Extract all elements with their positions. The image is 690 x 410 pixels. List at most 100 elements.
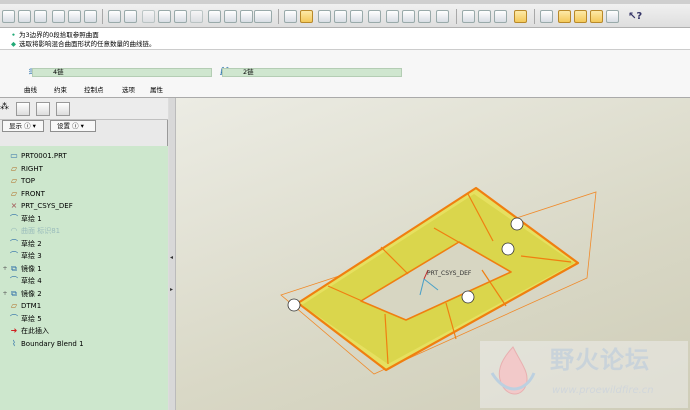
no-hidden-icon[interactable] <box>494 10 507 23</box>
refit-icon[interactable] <box>368 10 381 23</box>
tree-item[interactable]: ▱ RIGHT <box>0 163 168 175</box>
toolbar-separator <box>534 9 535 24</box>
find-icon[interactable] <box>240 10 253 23</box>
coord-systems-icon[interactable] <box>590 10 603 23</box>
tree-item[interactable]: ▱ FRONT <box>0 188 168 200</box>
tree-item-label: TOP <box>21 177 36 185</box>
panel-splitter[interactable]: ◂ ▸ <box>169 98 176 410</box>
orient-mode-icon[interactable] <box>318 10 331 23</box>
zoom-out-icon[interactable] <box>350 10 363 23</box>
tree-item-label: PRT_CSYS_DEF <box>21 202 73 210</box>
tree-item[interactable]: ⌒ 草绘 4 <box>0 275 168 287</box>
datum-points-icon[interactable] <box>574 10 587 23</box>
tree-item[interactable]: ⌒ 草绘 1 <box>0 213 168 225</box>
tree-item[interactable]: ▱ TOP <box>0 175 168 187</box>
tree-item[interactable]: ◠ 曲面 标识81 <box>0 225 168 237</box>
email-link-icon[interactable] <box>84 10 97 23</box>
message-area: • 为3边界的0段拾取参照曲面 ◆ 选取将影响混合曲面形状的任意数量的曲线链。 <box>0 28 690 50</box>
tree-item[interactable]: + ⧉ 镜像 2 <box>0 288 168 300</box>
tab-properties[interactable]: 属性 <box>150 86 163 94</box>
tree-item-label: RIGHT <box>21 164 43 173</box>
blend-handle[interactable] <box>287 298 301 312</box>
tab-control-points[interactable]: 控制点 <box>84 86 104 94</box>
first-direction-chain-field[interactable]: 4链 <box>32 68 212 77</box>
sketch-icon: ⌒ <box>10 276 18 285</box>
datum-planes-icon[interactable] <box>540 10 553 23</box>
zoom-in-icon[interactable] <box>334 10 347 23</box>
show-dropdown[interactable]: 显示 ⓘ ▾ <box>2 120 44 132</box>
tree-item[interactable]: ⌒ 草绘 2 <box>0 238 168 250</box>
tree-item-label: Boundary Blend 1 <box>21 339 84 348</box>
regen-manager-icon[interactable] <box>224 10 237 23</box>
copy-icon[interactable] <box>158 10 171 23</box>
expand-toggle-icon[interactable]: + <box>2 288 8 300</box>
blend-handle[interactable] <box>501 242 515 256</box>
reorient-icon[interactable] <box>386 10 399 23</box>
layers-icon[interactable] <box>418 10 431 23</box>
collapse-arrow-icon[interactable]: ◂ <box>170 254 173 261</box>
tab-constraints[interactable]: 约束 <box>54 86 67 94</box>
tree-item[interactable]: + ⧉ 镜像 1 <box>0 263 168 275</box>
new-file-icon[interactable] <box>2 10 15 23</box>
app-window: ↖? • 为3边界的0段拾取参照曲面 ◆ 选取将影响混合曲面形状的任意数量的曲线链。… <box>0 0 690 410</box>
model-tree: ▭ PRT0001.PRT ▱ RIGHT ▱ TOP ▱ FRONT ⨯ PRT_CSYS_DE… <box>0 146 168 410</box>
print-icon[interactable] <box>52 10 65 23</box>
tree-item[interactable]: ▱ DTM1 <box>0 300 168 312</box>
tree-item[interactable]: ▭ PRT0001.PRT <box>0 150 168 162</box>
datum-axes-icon[interactable] <box>558 10 571 23</box>
tree-item-label: 草绘 2 <box>21 239 42 248</box>
settings-dropdown[interactable]: 设置 ⓘ ▾ <box>50 120 96 132</box>
regenerate-icon[interactable] <box>208 10 221 23</box>
hidden-line-icon[interactable] <box>478 10 491 23</box>
sketch-icon: ⌒ <box>10 213 18 223</box>
select-box-icon[interactable] <box>254 10 272 23</box>
paste-special-icon[interactable] <box>190 10 203 23</box>
expand-arrow-icon[interactable]: ▸ <box>170 286 173 293</box>
wireframe-icon[interactable] <box>462 10 475 23</box>
insert-here-icon: ➜ <box>10 326 18 335</box>
expand-toggle-icon[interactable]: + <box>2 263 8 275</box>
blend-handle[interactable] <box>461 290 475 304</box>
redo-icon[interactable] <box>124 10 137 23</box>
watermark-title: 野火论坛 <box>550 346 650 374</box>
tree-item-label: DTM1 <box>21 302 42 310</box>
main-toolbar: ↖? <box>0 0 690 28</box>
repaint-icon[interactable] <box>284 10 297 23</box>
toolbar-separator <box>278 9 279 24</box>
connections-tab-icon[interactable] <box>56 102 70 116</box>
forum-watermark: 野火论坛 www.proewildfire.cn <box>480 341 688 408</box>
navigator-panel: ⁂ 显示 ⓘ ▾ 设置 ⓘ ▾ ▭ PRT0001.PRT ▱ RIGHT ▱ TOP ▱ F… <box>0 98 168 410</box>
email-icon[interactable] <box>68 10 81 23</box>
folder-browser-tab-icon[interactable] <box>16 102 30 116</box>
toolbar-separator <box>456 9 457 24</box>
second-direction-chain-field[interactable]: 2链 <box>222 68 402 77</box>
tree-item[interactable]: ⌒ 草绘 5 <box>0 313 168 325</box>
tab-curves[interactable]: 曲线 <box>24 86 37 94</box>
sketch-icon: ⌒ <box>10 238 18 248</box>
watermark-url: www.proewildfire.cn <box>552 385 654 396</box>
sketch-icon: ⌒ <box>10 251 18 260</box>
tree-item-label: PRT0001.PRT <box>21 152 67 160</box>
spin-center-icon[interactable] <box>300 10 313 23</box>
context-help-icon[interactable]: ↖? <box>628 10 642 23</box>
tree-item[interactable]: ⌇ Boundary Blend 1 <box>0 338 168 350</box>
save-icon[interactable] <box>34 10 47 23</box>
favorites-tab-icon[interactable] <box>36 102 50 116</box>
undo-icon[interactable] <box>108 10 121 23</box>
saved-views-icon[interactable] <box>402 10 415 23</box>
paste-icon[interactable] <box>174 10 187 23</box>
blend-handle[interactable] <box>510 217 524 231</box>
model-tree-tab-icon[interactable]: ⁂ <box>0 102 10 116</box>
toolbar-separator <box>102 9 103 24</box>
annotations-icon[interactable] <box>606 10 619 23</box>
tree-item[interactable]: ⨯ PRT_CSYS_DEF <box>0 200 168 212</box>
tree-item[interactable]: ⌒ 草绘 3 <box>0 250 168 262</box>
open-file-icon[interactable] <box>18 10 31 23</box>
shading-icon[interactable] <box>514 10 527 23</box>
message-line-2: ◆ 选取将影响混合曲面形状的任意数量的曲线链。 <box>11 40 156 48</box>
view-manager-icon[interactable] <box>436 10 449 23</box>
tab-options[interactable]: 选项 <box>122 86 135 94</box>
cut-icon[interactable] <box>142 10 155 23</box>
tree-item-label: 草绘 4 <box>21 277 42 285</box>
tree-item[interactable]: ➜ 在此插入 <box>0 325 168 337</box>
